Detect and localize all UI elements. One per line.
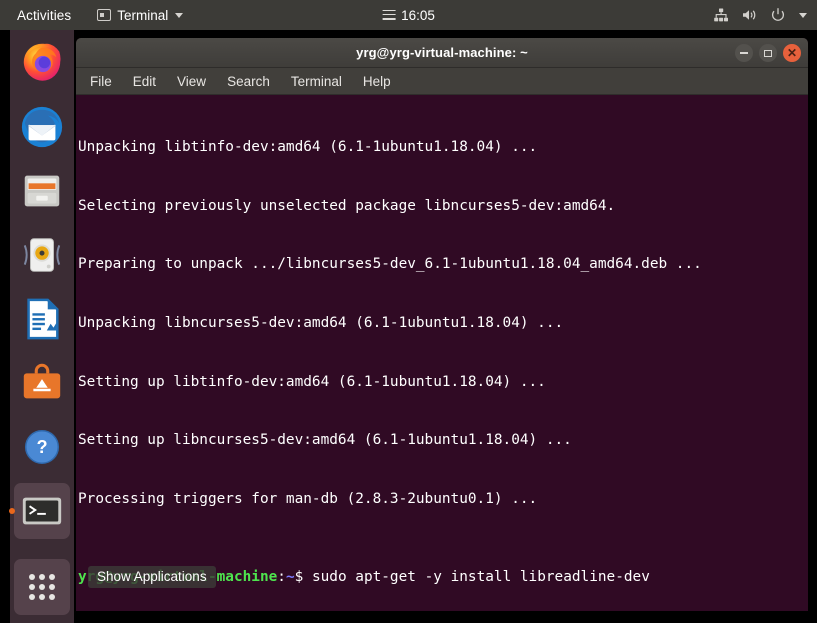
close-button[interactable]: ✕ (783, 44, 801, 62)
top-bar: Activities Terminal 16:05 (0, 0, 817, 30)
menu-search[interactable]: Search (225, 72, 272, 91)
dock-item-thunderbird[interactable] (14, 99, 70, 155)
terminal-window: yrg@yrg-virtual-machine: ~ ✕ File Edit V… (76, 38, 808, 611)
terminal-line: Unpacking libncurses5-dev:amd64 (6.1-1ub… (78, 315, 564, 332)
terminal-icon (97, 9, 112, 21)
dock-item-terminal[interactable] (14, 483, 70, 539)
show-applications-tooltip: Show Applications (88, 566, 216, 588)
prompt-symbol: $ (294, 569, 304, 586)
ubuntu-software-icon (23, 363, 61, 399)
files-icon (24, 175, 60, 207)
prompt-path: ~ (285, 569, 295, 586)
libreoffice-impress-icon (27, 298, 59, 340)
maximize-button[interactable] (759, 44, 777, 62)
dock-item-rhythmbox[interactable] (14, 227, 70, 283)
grid-dot (39, 574, 45, 580)
network-icon[interactable] (713, 7, 729, 23)
clock-menu[interactable]: 16:05 (376, 0, 441, 30)
terminal-line: Unpacking libtinfo-dev:amd64 (6.1-1ubunt… (78, 139, 538, 156)
terminal-line: Processing triggers for man-db (2.8.3-2u… (78, 490, 538, 507)
power-icon[interactable] (770, 7, 786, 23)
grid-dot (29, 574, 35, 580)
grid-dot (39, 584, 45, 590)
dock-item-firefox[interactable] (14, 35, 70, 91)
show-applications-button[interactable] (14, 559, 70, 615)
menu-view[interactable]: View (175, 72, 208, 91)
desktop-screen: Activities Terminal 16:05 ? yrg@yrg-virt… (0, 0, 817, 623)
rhythmbox-icon (23, 238, 61, 272)
chevron-down-icon (175, 12, 184, 18)
grid-dot (49, 584, 55, 590)
prompt-separator: : (277, 569, 286, 586)
grid-dot (39, 594, 45, 600)
window-titlebar[interactable]: yrg@yrg-virtual-machine: ~ ✕ (76, 38, 808, 68)
terminal-line: Preparing to unpack .../libncurses5-dev_… (78, 256, 702, 273)
app-menu-terminal[interactable]: Terminal (94, 6, 186, 25)
grid-dot (29, 594, 35, 600)
terminal-app-icon (22, 497, 62, 525)
grid-dot (49, 574, 55, 580)
menu-terminal[interactable]: Terminal (289, 72, 344, 91)
terminal-output[interactable]: Unpacking libtinfo-dev:amd64 (6.1-1ubunt… (76, 96, 808, 611)
menu-help[interactable]: Help (361, 72, 393, 91)
dock: ? (10, 30, 74, 623)
svg-text:?: ? (36, 437, 47, 457)
menu-file[interactable]: File (88, 72, 114, 91)
activities-button[interactable]: Activities (13, 6, 75, 25)
terminal-line: Selecting previously unselected package … (78, 197, 616, 214)
dock-item-ubuntu-software[interactable] (14, 355, 70, 411)
volume-icon[interactable] (741, 7, 758, 23)
minimize-button[interactable] (735, 44, 753, 62)
terminal-line: Setting up libncurses5-dev:amd64 (6.1-1u… (78, 432, 572, 449)
terminal-command: sudo apt-get -y install libreadline-dev (303, 569, 650, 586)
dock-item-libreoffice-impress[interactable] (14, 291, 70, 347)
firefox-icon (23, 43, 61, 81)
dock-item-files[interactable] (14, 163, 70, 219)
window-title: yrg@yrg-virtual-machine: ~ (356, 45, 528, 60)
chevron-down-icon[interactable] (799, 12, 807, 18)
app-menu-label: Terminal (117, 7, 169, 23)
grid-dot (49, 594, 55, 600)
menu-edit[interactable]: Edit (131, 72, 158, 91)
thunderbird-icon (21, 106, 63, 148)
dock-item-help[interactable]: ? (14, 419, 70, 475)
terminal-line: Setting up libtinfo-dev:amd64 (6.1-1ubun… (78, 373, 546, 390)
window-controls: ✕ (735, 38, 801, 68)
list-icon (382, 9, 396, 21)
grid-dot (29, 584, 35, 590)
menu-bar: File Edit View Search Terminal Help (76, 68, 808, 95)
system-tray[interactable] (713, 0, 807, 30)
help-icon: ? (24, 429, 60, 465)
clock-text: 16:05 (401, 7, 435, 23)
